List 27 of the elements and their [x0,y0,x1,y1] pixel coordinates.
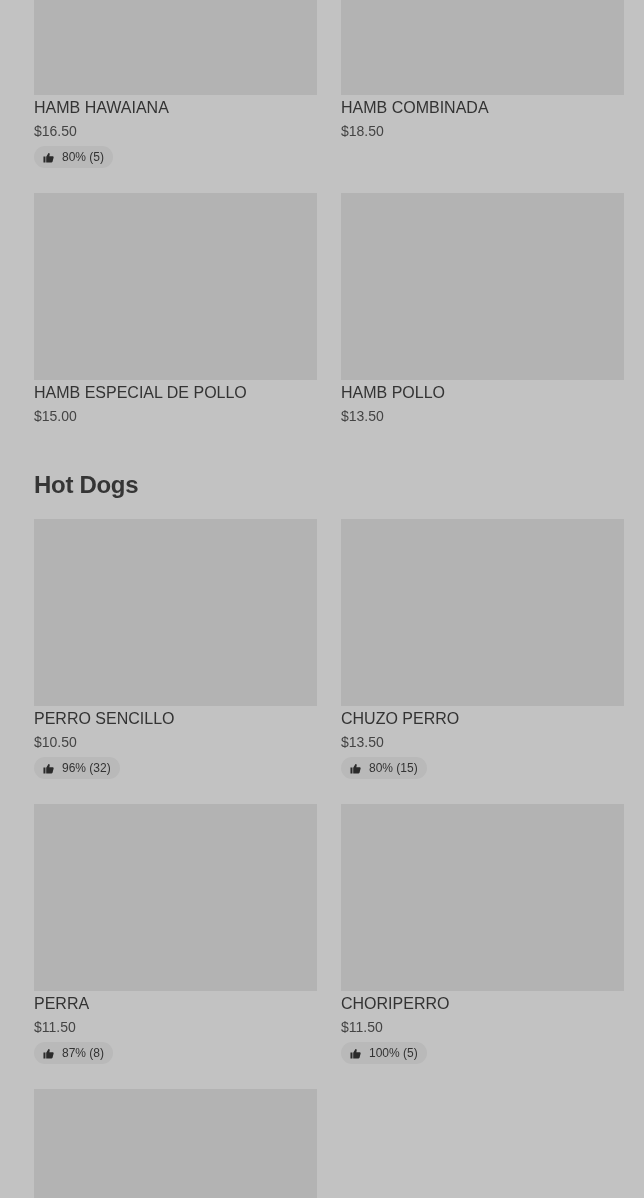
product-price: $18.50 [341,122,384,140]
rating-text: 80% (15) [369,761,418,775]
product-price: $15.00 [34,407,77,425]
rating-text: 96% (32) [62,761,111,775]
thumbs-up-icon [43,762,54,774]
product-name[interactable]: HAMB POLLO [341,383,446,403]
product-price: $11.50 [34,1018,76,1036]
product-name[interactable]: PERRO SENCILLO [34,709,175,729]
rating-text: 80% (5) [62,150,105,164]
product-name[interactable]: HAMB COMBINADA [341,98,489,118]
product-name[interactable]: HAMB ESPECIAL DE POLLO [34,383,247,403]
section-heading: Hot Dogs [34,470,140,500]
rating-text: 100% (5) [369,1046,418,1060]
thumbs-up-icon [43,1047,54,1059]
product-name[interactable]: CHORIPERRO [341,994,450,1014]
product-name[interactable]: HAMB HAWAIANA [34,98,169,118]
thumbs-up-icon [43,151,54,163]
product-price: $11.50 [341,1018,383,1036]
rating-text: 87% (8) [62,1046,105,1060]
product-price: $13.50 [341,733,384,751]
product-name[interactable]: CHUZO PERRO [341,709,460,729]
product-price: $10.50 [34,733,77,751]
product-name[interactable]: PERRA [34,994,90,1014]
thumbs-up-icon [350,1047,361,1059]
thumbs-up-icon [350,762,361,774]
product-price: $16.50 [34,122,77,140]
product-price: $13.50 [341,407,384,425]
